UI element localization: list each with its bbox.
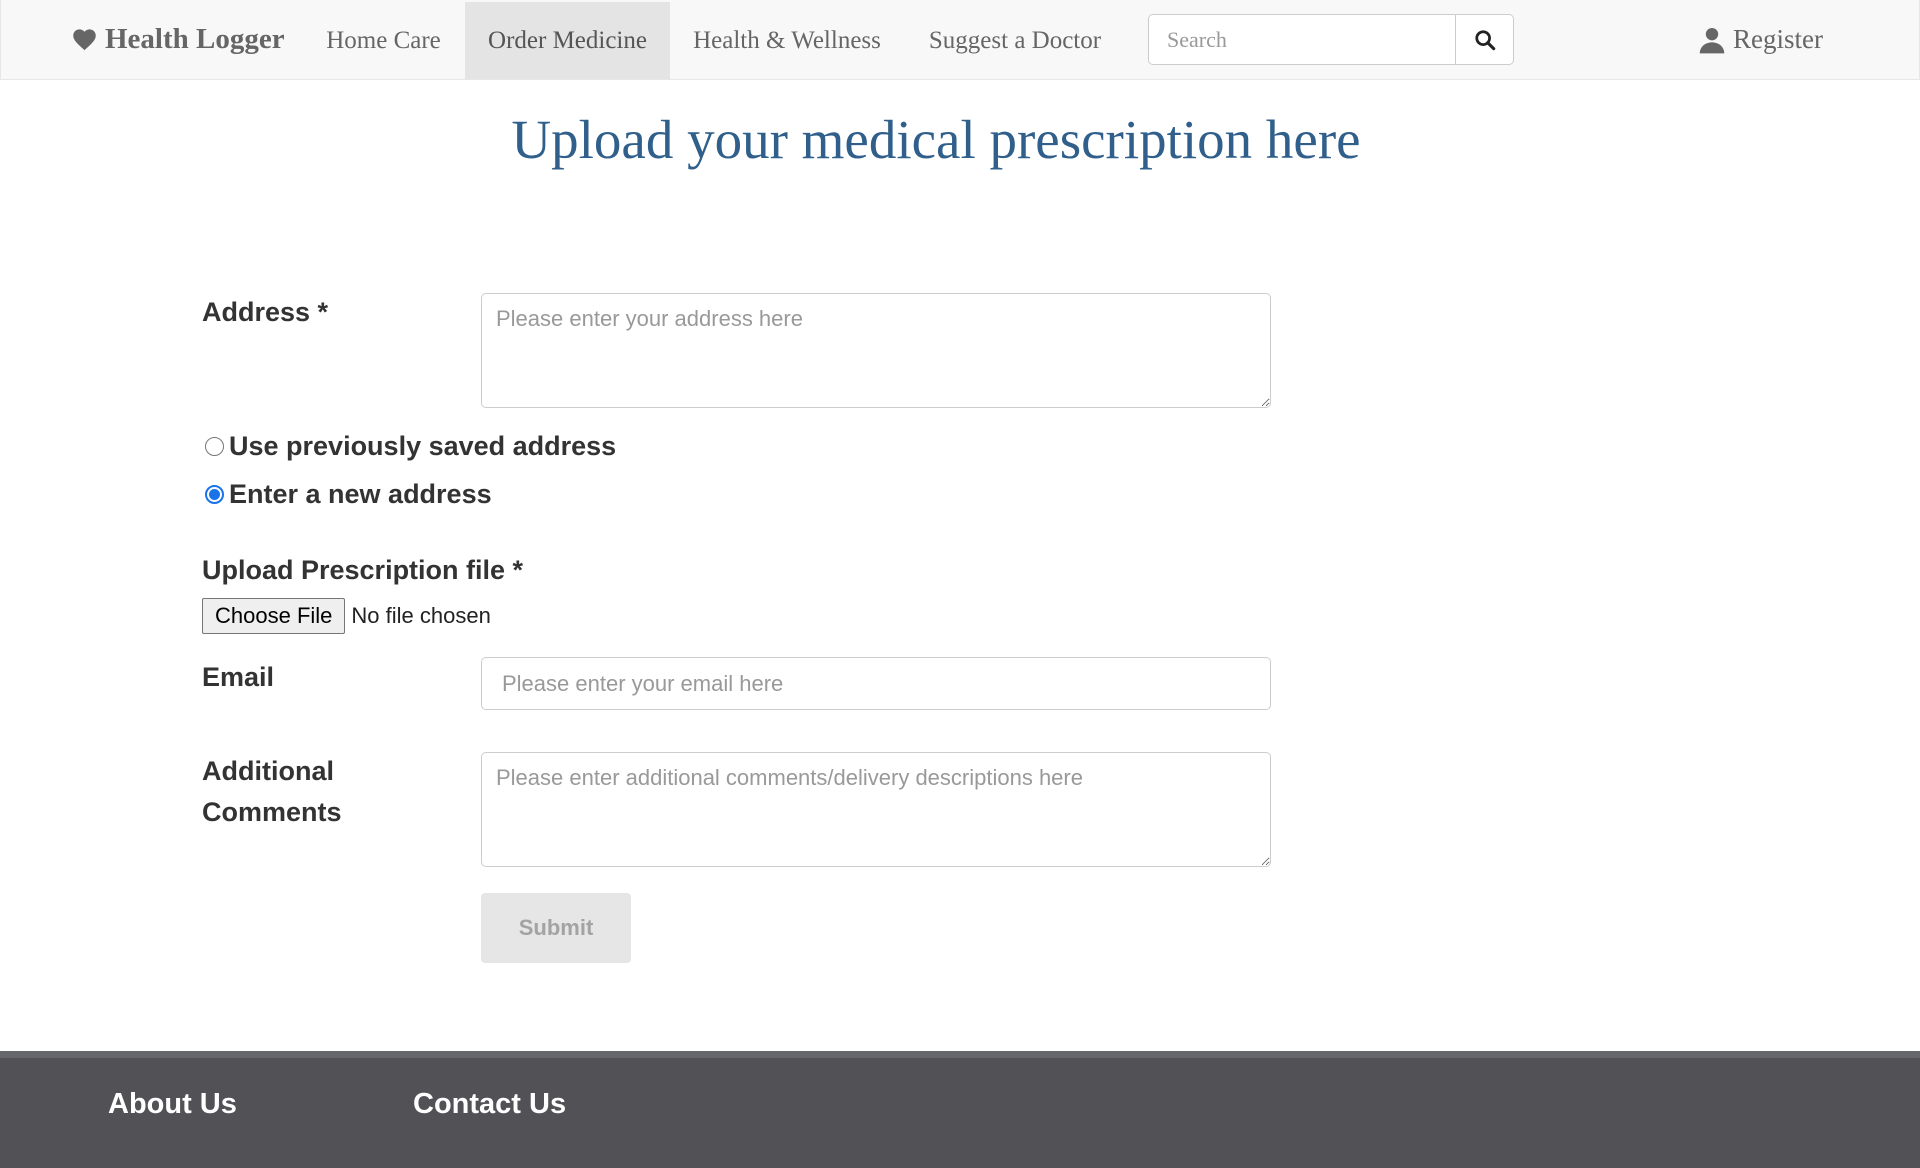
search-bar	[1148, 14, 1514, 65]
prescription-label: Upload Prescription file *	[202, 555, 524, 585]
register-link[interactable]: Register	[1698, 0, 1823, 79]
footer-contact-us[interactable]: Contact Us	[413, 1088, 566, 1121]
radio-button[interactable]	[205, 437, 224, 456]
radio-label: Use previously saved address	[229, 431, 617, 461]
footer: About Us Contact Us	[0, 1051, 1920, 1168]
nav-home-care-label: Home Care	[326, 26, 441, 54]
top-navbar: Health Logger Home Care Order Medicine H…	[0, 0, 1920, 80]
nav-order-medicine[interactable]: Order Medicine	[465, 2, 670, 79]
submit-button[interactable]: Submit	[481, 893, 631, 963]
search-button[interactable]	[1455, 15, 1513, 64]
address-textarea[interactable]	[481, 293, 1271, 408]
brand-logo[interactable]: Health Logger	[71, 0, 285, 79]
radio-button-checked[interactable]	[205, 485, 224, 504]
nav-home-care[interactable]: Home Care	[303, 2, 464, 79]
nav-order-medicine-label: Order Medicine	[488, 26, 647, 54]
nav-health-wellness[interactable]: Health & Wellness	[670, 2, 904, 79]
nav-suggest-doctor-label: Suggest a Doctor	[928, 26, 1102, 54]
email-field[interactable]	[481, 657, 1271, 710]
email-label: Email	[202, 662, 275, 692]
comments-label-line1: Additional	[202, 756, 334, 786]
heart-icon	[73, 29, 96, 51]
address-label: Address *	[202, 297, 329, 327]
radio-enter-new-address[interactable]: Enter a new address	[205, 479, 492, 510]
radio-use-saved-address[interactable]: Use previously saved address	[205, 431, 616, 462]
file-upload: Choose File No file chosen	[202, 598, 491, 634]
choose-file-button[interactable]: Choose File	[202, 598, 346, 634]
nav-health-wellness-label: Health & Wellness	[693, 26, 881, 54]
user-icon	[1699, 27, 1725, 53]
comments-textarea[interactable]	[481, 752, 1271, 867]
nav-suggest-doctor[interactable]: Suggest a Doctor	[904, 2, 1126, 79]
page-title: Upload your medical prescription here	[511, 109, 1361, 170]
comments-label: Additional Comments	[202, 751, 342, 833]
brand-name: Health Logger	[105, 23, 285, 55]
search-input[interactable]	[1149, 15, 1455, 64]
file-status: No file chosen	[351, 603, 491, 628]
search-icon	[1474, 29, 1495, 50]
comments-label-line2: Comments	[202, 797, 342, 827]
register-label: Register	[1733, 24, 1823, 54]
radio-label: Enter a new address	[229, 479, 492, 509]
footer-about-us[interactable]: About Us	[108, 1088, 237, 1121]
